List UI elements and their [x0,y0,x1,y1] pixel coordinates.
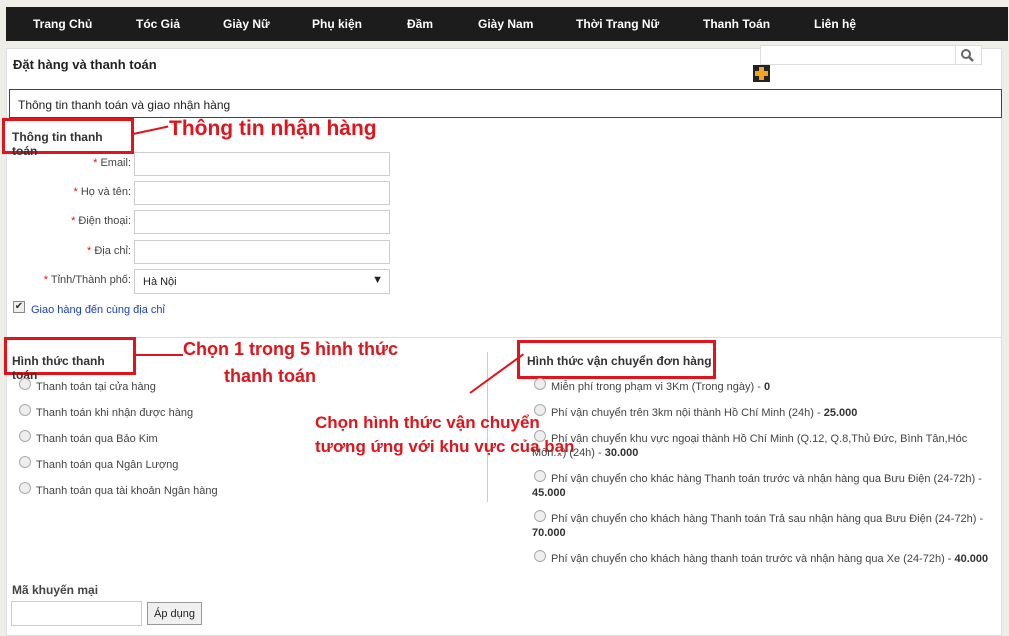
payment-radio-store[interactable] [19,378,31,390]
section-title: Thông tin thanh toán và giao nhận hàng [18,98,231,112]
same-address-label[interactable]: Giao hàng đến cùng địa chỉ [31,304,165,316]
main-panel [6,48,1002,636]
apply-promo-button[interactable]: Áp dụng [147,602,202,625]
shipping-heading: Hình thức vận chuyển đơn hàng [527,354,712,368]
address-field[interactable] [134,240,390,264]
city-select[interactable]: Hà Nội ▼ [134,269,390,294]
payment-option-nganluong: Thanh toán qua Ngân Lượng [36,459,179,471]
shipping-option-free: Miễn phí trong phạm vi 3Km (Trong ngày) … [551,381,771,393]
page-title: Đặt hàng và thanh toán [13,57,157,72]
email-field[interactable] [134,152,390,176]
shipping-option-inner-city: Phí vận chuyển trên 3km nội thành Hồ Chí… [551,407,858,419]
nav-item-home[interactable]: Trang Chủ [33,17,92,31]
phone-field[interactable] [134,210,390,234]
shipping-option-bus: Phí vận chuyển cho khách hàng thanh toán… [551,553,989,565]
billing-heading: Thông tin thanh toán [12,130,103,158]
payment-radio-baokim[interactable] [19,430,31,442]
billing-heading-highlight: Thông tin thanh toán [2,118,134,158]
nav-item-women-fashion[interactable]: Thời Trang Nữ [576,17,659,31]
shipping-heading-highlight: Hình thức vận chuyển đơn hàng [517,340,716,379]
search-icon [961,49,974,62]
shipping-option-suburb: Phí vận chuyển khu vực ngoại thành Hồ Ch… [532,433,968,459]
plus-icon[interactable] [753,65,770,82]
shipping-option-post-prepaid: Phí vận chuyển cho khác hàng Thanh toán … [532,473,982,499]
annotation-payment-line2: thanh toán [224,366,316,386]
phone-label: * Điện thoại: [71,215,131,227]
promo-code-input[interactable] [11,601,142,626]
city-select-value: Hà Nội [143,276,177,288]
search-button[interactable] [956,45,982,65]
annotation-arrow-payment [135,354,183,356]
payment-radio-bank[interactable] [19,482,31,494]
payment-option-baokim: Thanh toán qua Bảo Kim [36,433,158,445]
nav-item-checkout[interactable]: Thanh Toán [703,17,770,31]
nav-item-contact[interactable]: Liên hệ [814,17,856,31]
payment-heading: Hình thức thanh toán [12,354,105,382]
email-label: * Email: [93,157,131,169]
fullname-field[interactable] [134,181,390,205]
fullname-label: * Họ và tên: [73,186,131,198]
section-divider [6,337,1002,338]
payment-option-cod: Thanh toán khi nhận được hàng [36,407,194,419]
annotation-shipping-line1: Chọn hình thức vận chuyển [315,413,540,432]
payment-option-store: Thanh toán tại cửa hàng [36,381,156,393]
nav-item-women-shoes[interactable]: Giày Nữ [223,17,270,31]
annotation-billing: Thông tin nhận hàng [169,117,377,140]
address-label: * Địa chỉ: [86,245,131,257]
payment-radio-cod[interactable] [19,404,31,416]
shipping-option-post-postpaid: Phí vận chuyển cho khách hàng Thanh toán… [532,513,984,539]
payment-radio-nganluong[interactable] [19,456,31,468]
nav-item-accessories[interactable]: Phụ kiện [312,17,362,31]
nav-item-men-shoes[interactable]: Giày Nam [478,17,533,31]
chevron-down-icon: ▼ [372,274,383,286]
payment-heading-highlight: Hình thức thanh toán [4,337,136,382]
promo-code-label: Mã khuyến mại [12,583,99,597]
payment-option-bank: Thanh toán qua tài khoản Ngân hàng [36,485,218,497]
nav-item-wigs[interactable]: Tóc Giả [136,17,180,31]
main-navbar: Trang Chủ Tóc Giả Giày Nữ Phụ kiện Đầm G… [6,7,1008,41]
nav-item-dresses[interactable]: Đầm [407,17,433,31]
search-input[interactable] [760,45,956,65]
section-header: Thông tin thanh toán và giao nhận hàng [9,89,1002,118]
same-address-checkbox[interactable]: ✔ [13,301,25,313]
city-label: * Tỉnh/Thành phố: [43,274,131,286]
annotation-payment-line1: Chọn 1 trong 5 hình thức [183,339,399,359]
